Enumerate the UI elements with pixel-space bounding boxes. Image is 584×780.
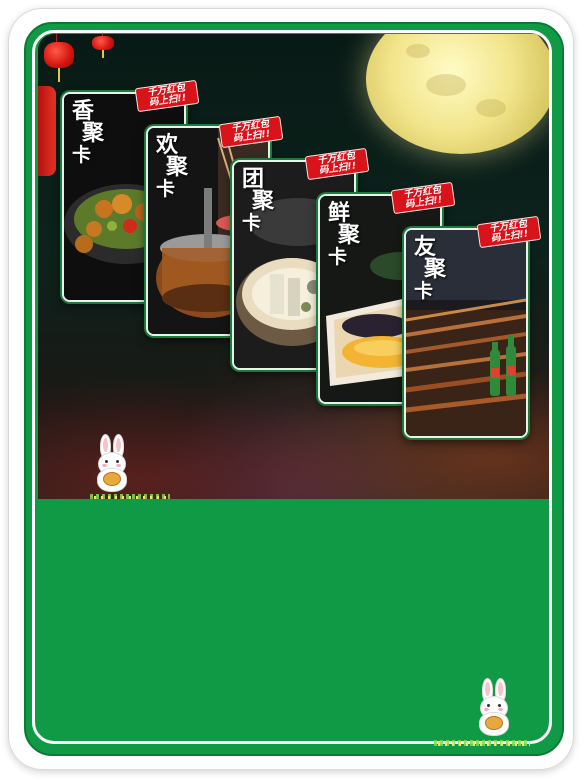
- inner-white-border: [32, 30, 552, 744]
- jade-rabbit-icon: [474, 678, 514, 738]
- flower-decoration: [438, 742, 530, 746]
